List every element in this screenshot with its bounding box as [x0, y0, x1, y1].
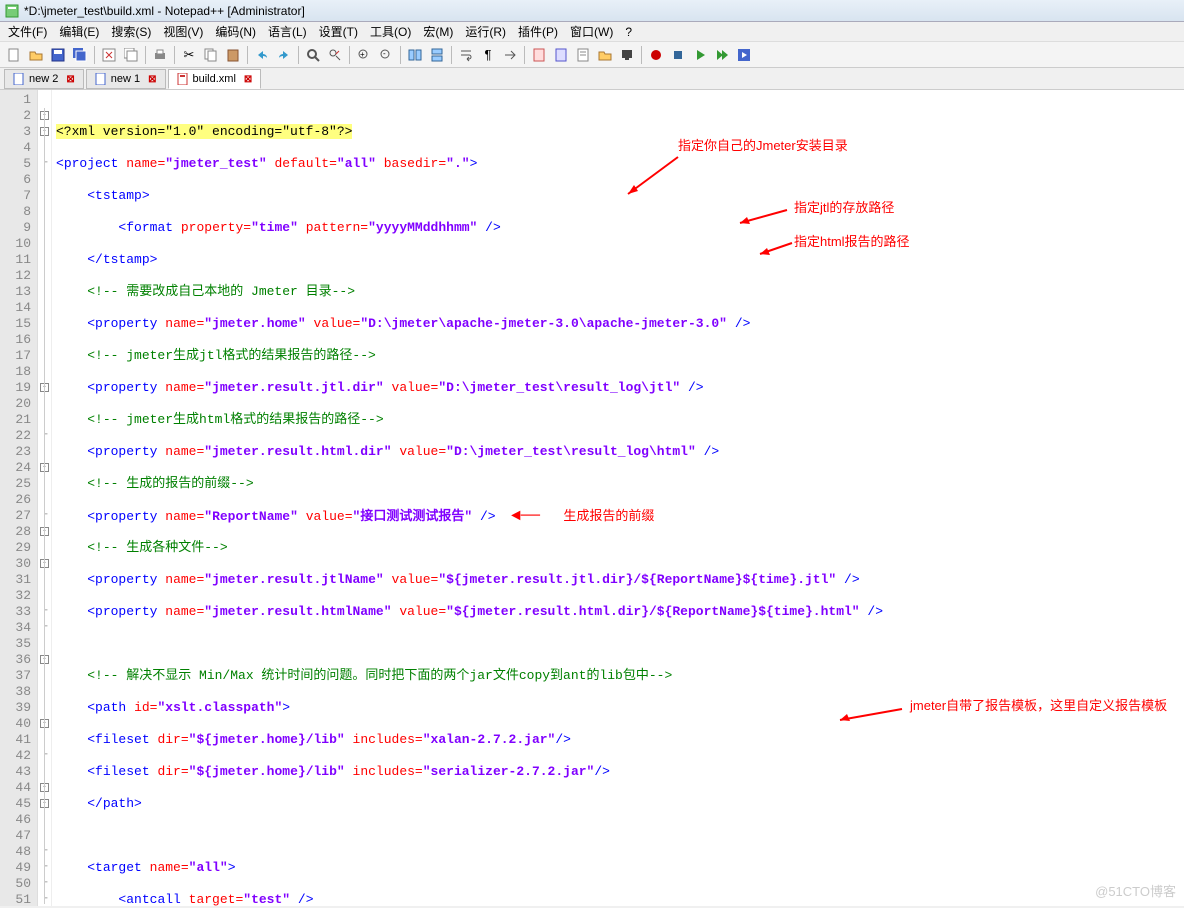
menu-view[interactable]: 视图(V) [157, 21, 209, 42]
wordwrap-icon[interactable] [456, 45, 476, 65]
menu-tools[interactable]: 工具(O) [364, 21, 417, 42]
record-icon[interactable] [646, 45, 666, 65]
folder-icon[interactable] [595, 45, 615, 65]
play-icon[interactable] [690, 45, 710, 65]
tabbar: new 2 ⊠ new 1 ⊠ build.xml ⊠ [0, 68, 1184, 90]
close-icon[interactable] [99, 45, 119, 65]
menu-plugins[interactable]: 插件(P) [512, 21, 564, 42]
menu-encoding[interactable]: 编码(N) [209, 21, 262, 42]
func-list-icon[interactable] [573, 45, 593, 65]
file-icon [13, 73, 25, 85]
doc-list-icon[interactable] [551, 45, 571, 65]
toolbar: ✂ + - ¶ [0, 42, 1184, 68]
separator [349, 46, 350, 64]
arrow-left-icon: ◄── [511, 507, 540, 525]
editor[interactable]: 1234567891011121314151617181920212223242… [0, 90, 1184, 906]
tab-label: new 1 [111, 73, 140, 85]
separator [94, 46, 95, 64]
sync-icon[interactable] [405, 45, 425, 65]
svg-text:-: - [383, 49, 386, 58]
sync-h-icon[interactable] [427, 45, 447, 65]
close-icon[interactable]: ⊠ [244, 74, 252, 85]
play-multi-icon[interactable] [712, 45, 732, 65]
separator [145, 46, 146, 64]
undo-icon[interactable] [252, 45, 272, 65]
line-numbers: 1234567891011121314151617181920212223242… [0, 90, 38, 906]
menubar: 文件(F) 编辑(E) 搜索(S) 视图(V) 编码(N) 语言(L) 设置(T… [0, 22, 1184, 42]
paste-icon[interactable] [223, 45, 243, 65]
separator [451, 46, 452, 64]
menu-run[interactable]: 运行(R) [459, 21, 512, 42]
doc-map-icon[interactable] [529, 45, 549, 65]
stop-icon[interactable] [668, 45, 688, 65]
tab-new1[interactable]: new 1 ⊠ [86, 69, 166, 89]
copy-icon[interactable] [201, 45, 221, 65]
cut-icon[interactable]: ✂ [179, 45, 199, 65]
menu-window[interactable]: 窗口(W) [564, 21, 619, 42]
menu-search[interactable]: 搜索(S) [105, 21, 157, 42]
tab-new2[interactable]: new 2 ⊠ [4, 69, 84, 89]
fold-gutter[interactable]: --└-└-└--└└--└--└└└└ [38, 90, 52, 906]
xml-prolog: <?xml version="1.0" encoding="utf-8"?> [56, 124, 352, 139]
separator [400, 46, 401, 64]
menu-file[interactable]: 文件(F) [2, 21, 53, 42]
separator [524, 46, 525, 64]
zoom-in-icon[interactable]: + [354, 45, 374, 65]
titlebar: *D:\jmeter_test\build.xml - Notepad++ [A… [0, 0, 1184, 22]
new-file-icon[interactable] [4, 45, 24, 65]
save-icon[interactable] [48, 45, 68, 65]
showall-icon[interactable]: ¶ [478, 45, 498, 65]
window-title: *D:\jmeter_test\build.xml - Notepad++ [A… [24, 4, 305, 18]
watermark: @51CTO博客 [1095, 884, 1176, 900]
close-icon[interactable]: ⊠ [66, 74, 74, 85]
menu-edit[interactable]: 编辑(E) [53, 21, 105, 42]
indent-icon[interactable] [500, 45, 520, 65]
menu-settings[interactable]: 设置(T) [313, 21, 364, 42]
file-dirty-icon [177, 73, 189, 85]
close-icon[interactable]: ⊠ [148, 74, 156, 85]
print-icon[interactable] [150, 45, 170, 65]
separator [174, 46, 175, 64]
save-macro-icon[interactable] [734, 45, 754, 65]
save-all-icon[interactable] [70, 45, 90, 65]
zoom-out-icon[interactable]: - [376, 45, 396, 65]
monitor-icon[interactable] [617, 45, 637, 65]
file-icon [95, 73, 107, 85]
separator [641, 46, 642, 64]
close-all-icon[interactable] [121, 45, 141, 65]
menu-language[interactable]: 语言(L) [262, 21, 313, 42]
svg-text:+: + [360, 50, 365, 59]
menu-macro[interactable]: 宏(M) [417, 21, 459, 42]
annotation: 指定你自己的Jmeter安装目录 [678, 138, 848, 154]
app-icon [4, 3, 20, 19]
annotation: 生成报告的前缀 [563, 508, 654, 523]
annotation: 指定html报告的路径 [794, 234, 910, 250]
code-area[interactable]: <?xml version="1.0" encoding="utf-8"?> <… [52, 90, 1184, 906]
menu-help[interactable]: ? [619, 23, 638, 41]
separator [247, 46, 248, 64]
separator [298, 46, 299, 64]
redo-icon[interactable] [274, 45, 294, 65]
find-icon[interactable] [303, 45, 323, 65]
tab-label: build.xml [193, 73, 236, 85]
tab-label: new 2 [29, 73, 58, 85]
open-file-icon[interactable] [26, 45, 46, 65]
tab-buildxml[interactable]: build.xml ⊠ [168, 69, 262, 89]
replace-icon[interactable] [325, 45, 345, 65]
